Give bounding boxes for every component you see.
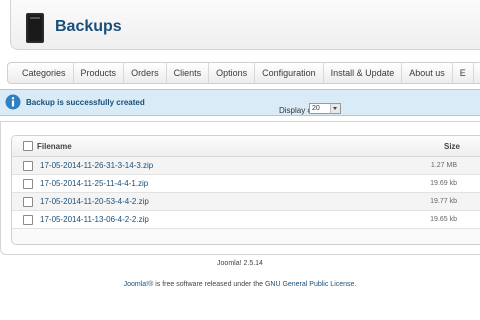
- version-text: Joomla! 2.5.14: [217, 260, 263, 267]
- menu-item-install-update[interactable]: Install & Update: [324, 63, 403, 83]
- table-row: 17-05-2014-11-20-53-4-4-2.zip 19.77 kb: [12, 193, 480, 211]
- license-end: .: [354, 281, 357, 288]
- backup-file-size: 1.27 MB: [430, 162, 457, 169]
- page-title: Backups: [55, 18, 122, 35]
- joomla-link[interactable]: Joomla!®: [124, 281, 154, 288]
- backup-file-size: 19.69 kb: [430, 180, 457, 187]
- table-header: Filename Size: [12, 136, 480, 157]
- row-checkbox[interactable]: [23, 215, 33, 225]
- column-header-filename[interactable]: Filename: [37, 142, 72, 151]
- table-row: 17-05-2014-11-13-06-4-2-2.zip 19.65 kb: [12, 211, 480, 229]
- column-header-size: Size: [444, 142, 461, 151]
- license-body: is free software released under the: [153, 281, 265, 288]
- backup-file-link[interactable]: 17-05-2014-11-20-53-4-4-2.zip: [40, 197, 149, 206]
- row-checkbox[interactable]: [23, 161, 33, 171]
- select-all-checkbox[interactable]: [23, 141, 33, 151]
- backups-table: Filename Size 17-05-2014-11-26-31-3-14-3…: [11, 135, 480, 245]
- backup-file-link[interactable]: 17-05-2014-11-26-31-3-14-3.zip: [40, 161, 153, 170]
- menu-item-products[interactable]: Products: [74, 63, 125, 83]
- display-count-value: 20: [312, 105, 320, 112]
- menu-item-categories[interactable]: Categories: [8, 63, 74, 83]
- gpl-link[interactable]: GNU General Public License: [265, 281, 355, 288]
- main-menu: Categories Products Orders Clients Optio…: [7, 62, 480, 84]
- menu-item-clients[interactable]: Clients: [167, 63, 210, 83]
- menu-item-options[interactable]: Options: [209, 63, 256, 83]
- backup-file-link[interactable]: 17-05-2014-11-25-11-4-4-1.zip: [40, 179, 148, 188]
- row-checkbox[interactable]: [23, 197, 33, 207]
- row-checkbox[interactable]: [23, 179, 33, 189]
- backup-file-link[interactable]: 17-05-2014-11-13-06-4-2-2.zip: [40, 215, 149, 224]
- chevron-down-icon: [330, 104, 340, 113]
- menu-item-more[interactable]: E: [453, 63, 474, 83]
- info-icon: [5, 94, 21, 110]
- message-text: Backup is successfully created: [26, 98, 145, 107]
- menu-item-about-us[interactable]: About us: [402, 63, 453, 83]
- table-row: 17-05-2014-11-26-31-3-14-3.zip 1.27 MB: [12, 157, 480, 175]
- menu-item-configuration[interactable]: Configuration: [255, 63, 324, 83]
- menu-item-orders[interactable]: Orders: [124, 63, 167, 83]
- table-row: 17-05-2014-11-25-11-4-4-1.zip 19.69 kb: [12, 175, 480, 193]
- page-header: Backups: [10, 0, 480, 50]
- backups-panel: Filename Size 17-05-2014-11-26-31-3-14-3…: [0, 121, 480, 255]
- backup-file-size: 19.77 kb: [430, 198, 457, 205]
- backup-file-size: 19.65 kb: [430, 216, 457, 223]
- license-text: Joomla!® is free software released under…: [0, 281, 480, 288]
- display-count-label: Display #: [279, 106, 312, 115]
- success-message: Backup is successfully created: [0, 89, 480, 116]
- display-count-select[interactable]: 20: [309, 103, 341, 114]
- server-icon: [26, 13, 44, 43]
